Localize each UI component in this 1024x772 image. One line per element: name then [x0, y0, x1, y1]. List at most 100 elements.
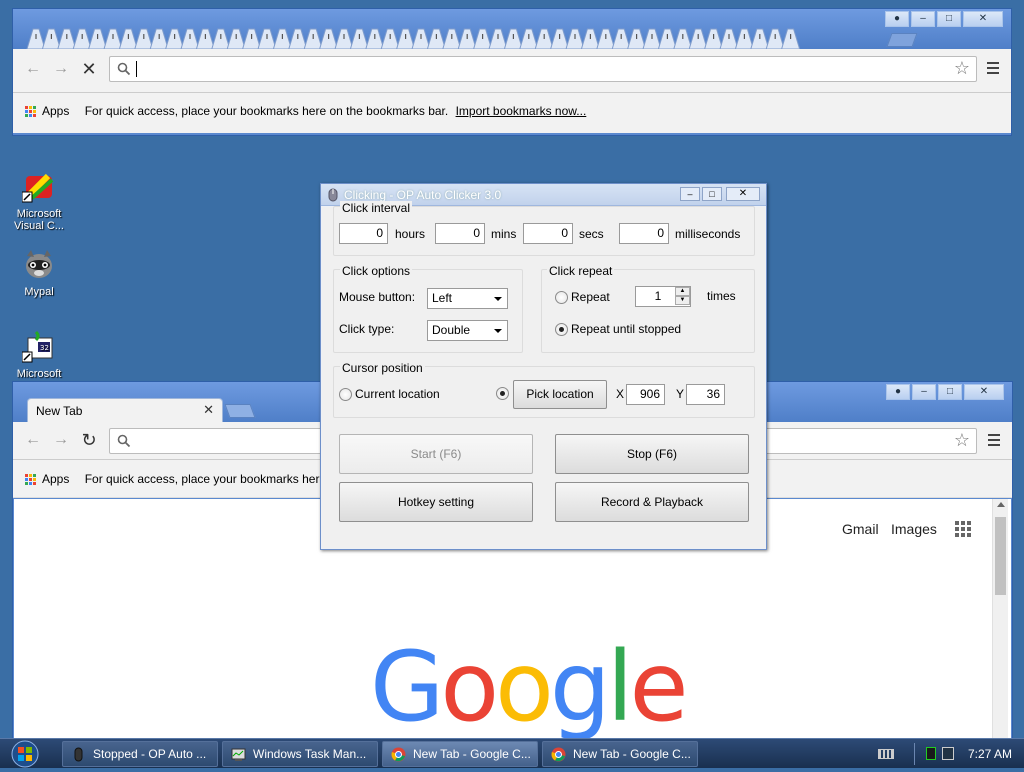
- mins-input[interactable]: 0: [435, 223, 485, 244]
- spin-down-button[interactable]: ▼: [675, 296, 690, 305]
- tab-strip: ● – □ ✕: [13, 9, 1011, 51]
- taskbar-item-auto-clicker[interactable]: Stopped - OP Auto ...: [62, 741, 218, 767]
- bookmarks-hint: For quick access, place your bookmarks h…: [84, 104, 449, 118]
- taskbar-item-chrome-2[interactable]: New Tab - Google C...: [542, 741, 698, 767]
- google-logo-letter: o: [495, 631, 554, 743]
- chevron-down-icon: [494, 297, 502, 301]
- chevron-down-icon: [494, 329, 502, 333]
- scrollbar[interactable]: [992, 499, 1008, 738]
- dialog-maximize-button[interactable]: □: [702, 187, 722, 201]
- hours-input[interactable]: 0: [339, 223, 388, 244]
- new-tab-button[interactable]: [224, 404, 256, 418]
- pick-location-radio[interactable]: [496, 387, 509, 400]
- mins-label: mins: [491, 227, 517, 241]
- click-type-label: Click type:: [339, 322, 395, 336]
- import-bookmarks-link[interactable]: Import bookmarks now...: [456, 104, 587, 118]
- close-button[interactable]: ✕: [964, 384, 1004, 400]
- search-icon: [117, 434, 131, 448]
- desktop-icon-visual-c[interactable]: Microsoft Visual C...: [4, 170, 74, 232]
- tray-divider: [914, 743, 915, 765]
- milliseconds-input[interactable]: 0: [619, 223, 669, 244]
- scroll-thumb[interactable]: [995, 517, 1006, 595]
- start-button[interactable]: Start (F6): [339, 434, 533, 474]
- google-logo-letter: g: [549, 631, 611, 743]
- menu-icon[interactable]: [988, 434, 1000, 446]
- apps-icon: [25, 474, 36, 486]
- hours-label: hours: [395, 227, 426, 241]
- dialog-close-button[interactable]: ✕: [726, 187, 760, 201]
- scroll-up-arrow[interactable]: [997, 502, 1005, 507]
- reload-icon[interactable]: ↻: [79, 430, 99, 450]
- forward-icon[interactable]: →: [51, 59, 71, 79]
- click-type-value: Double: [432, 323, 471, 337]
- clock[interactable]: 7:27 AM: [968, 747, 1012, 761]
- apps-label: Apps: [42, 104, 70, 118]
- repeat-radio[interactable]: [555, 291, 568, 304]
- menu-icon[interactable]: [987, 62, 999, 74]
- tab-new-tab[interactable]: New Tab ✕: [27, 398, 223, 422]
- collapsed-tabs[interactable]: [23, 25, 813, 51]
- repeat-count-value: 1: [654, 289, 662, 303]
- secs-label: secs: [579, 227, 604, 241]
- omnibox[interactable]: ☆: [109, 56, 977, 82]
- y-coordinate-input[interactable]: 36: [686, 384, 725, 405]
- stop-button[interactable]: Stop (F6): [555, 434, 749, 474]
- monitor-icon[interactable]: [926, 747, 936, 760]
- repeat-label: Repeat: [571, 290, 610, 304]
- window-controls: ● – □ ✕: [886, 384, 1004, 400]
- maximize-button[interactable]: □: [938, 384, 962, 400]
- keyboard-icon[interactable]: [878, 749, 894, 759]
- apps-shortcut[interactable]: Apps: [25, 472, 69, 486]
- images-link[interactable]: Images: [891, 521, 937, 537]
- google-logo: Google: [370, 637, 689, 737]
- tab-close-icon[interactable]: ✕: [203, 402, 214, 418]
- current-location-radio[interactable]: [339, 388, 352, 401]
- dialog-minimize-button[interactable]: –: [680, 187, 700, 201]
- x-coordinate-input[interactable]: 906: [626, 384, 665, 405]
- task-label: New Tab - Google C...: [413, 747, 531, 761]
- record-playback-button[interactable]: Record & Playback: [555, 482, 749, 522]
- back-icon[interactable]: ←: [23, 430, 43, 450]
- microsoft-installer-icon: 32: [21, 330, 56, 364]
- chrome-icon: [391, 747, 406, 762]
- star-icon[interactable]: ☆: [954, 58, 970, 79]
- svg-text:32: 32: [40, 344, 49, 352]
- maximize-button[interactable]: □: [937, 11, 961, 27]
- omnibox-text: [136, 61, 137, 77]
- stop-icon[interactable]: ✕: [79, 59, 99, 79]
- visual-c-icon: [21, 170, 56, 204]
- apps-shortcut[interactable]: Apps: [25, 104, 69, 118]
- mouse-button-select[interactable]: Left: [427, 288, 508, 309]
- network-icon[interactable]: [942, 747, 954, 760]
- gmail-link[interactable]: Gmail: [842, 521, 879, 537]
- task-label: Windows Task Man...: [253, 747, 367, 761]
- minimize-button[interactable]: –: [911, 11, 935, 27]
- window-controls: ● – □ ✕: [885, 11, 1003, 27]
- new-tab-button[interactable]: [886, 33, 918, 47]
- taskbar-item-chrome-1[interactable]: New Tab - Google C...: [382, 741, 538, 767]
- chrome-window-back: ● – □ ✕ ← → ✕ ☆ Apps For quick access, p…: [12, 8, 1012, 136]
- tab-title: New Tab: [36, 404, 83, 418]
- click-type-select[interactable]: Double: [427, 320, 508, 341]
- desktop-icon-mypal[interactable]: Mypal: [4, 248, 74, 298]
- desktop-icon-microsoft[interactable]: 32 Microsoft: [4, 330, 74, 380]
- dialog-title: Clicking - OP Auto Clicker 3.0: [344, 188, 502, 202]
- desktop-icon-label: Microsoft Visual C...: [14, 208, 64, 232]
- mouse-button-label: Mouse button:: [339, 290, 416, 304]
- user-icon[interactable]: ●: [885, 11, 909, 27]
- task-label: Stopped - OP Auto ...: [93, 747, 207, 761]
- secs-input[interactable]: 0: [523, 223, 573, 244]
- google-apps-icon[interactable]: [955, 521, 971, 537]
- forward-icon[interactable]: →: [51, 430, 71, 450]
- pick-location-button[interactable]: Pick location: [513, 380, 607, 409]
- minimize-button[interactable]: –: [912, 384, 936, 400]
- taskbar-item-task-manager[interactable]: Windows Task Man...: [222, 741, 378, 767]
- start-button[interactable]: [8, 739, 42, 769]
- hotkey-setting-button[interactable]: Hotkey setting: [339, 482, 533, 522]
- user-icon[interactable]: ●: [886, 384, 910, 400]
- back-icon[interactable]: ←: [23, 59, 43, 79]
- spin-up-button[interactable]: ▲: [675, 287, 690, 296]
- star-icon[interactable]: ☆: [954, 430, 970, 451]
- close-button[interactable]: ✕: [963, 11, 1003, 27]
- repeat-until-stopped-radio[interactable]: [555, 323, 568, 336]
